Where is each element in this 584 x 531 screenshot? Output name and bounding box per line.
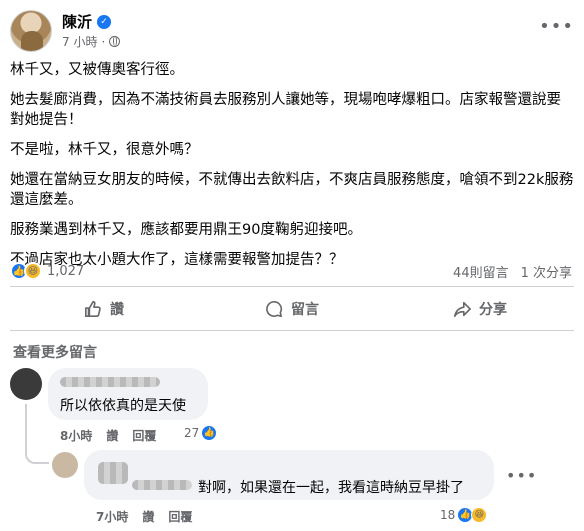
post-paragraph: 林千又，又被傳奧客行徑。 [10,62,184,78]
reply-time[interactable]: 7小時 [96,508,128,525]
comment-text: 所以依依真的是天使 [60,398,186,414]
post-header: 陳沂 ✓ 7 小時 · ••• [10,8,574,54]
author-avatar[interactable] [10,10,52,52]
share-button-label: 分享 [479,302,507,318]
reply-like-link[interactable]: 讚 [142,508,154,525]
like-button[interactable]: 讚 [10,290,198,328]
meta-separator: · [101,34,106,49]
thumbs-up-icon [84,300,101,318]
comment-bubble-icon [266,300,283,318]
comment-count[interactable]: 44則留言 [453,262,509,281]
reply-thread-line [25,404,49,464]
post-action-bar: 讚 留言 分享 [10,290,574,328]
divider [10,286,574,287]
reactions-summary[interactable]: 👍 😆 1,027 [10,262,84,280]
post-stats: 👍 😆 1,027 44則留言 1 次分享 [10,262,574,282]
post-time[interactable]: 7 小時 [62,33,97,50]
comment-like-link[interactable]: 讚 [106,427,118,444]
share-button[interactable]: 分享 [386,290,574,328]
commenter-avatar[interactable] [10,368,42,400]
like-button-label: 讚 [110,302,124,318]
verified-badge-icon: ✓ [97,14,112,29]
comment-reply-link[interactable]: 回覆 [132,427,156,444]
reply-commenter-name-blurred[interactable] [98,462,128,484]
divider [10,330,574,331]
comment-button-label: 留言 [291,302,319,318]
like-reaction-icon: 👍 [201,425,218,441]
reply-reactions[interactable]: 18 👍 😆 [440,507,488,523]
post-paragraph: 服務業遇到林千又，應該都要用鼎王90度鞠躬迎接吧。 [10,222,362,238]
post-body: 林千又，又被傳奧客行徑。 她去髮廊消費，因為不滿技術員去服務別人讓她等，現場咆哮… [10,60,574,280]
reply-text: 對啊，如果還在一起，我看這時納豆早掛了 [198,480,464,496]
comment-button[interactable]: 留言 [198,290,386,328]
post-paragraph: 她去髮廊消費，因為不滿技術員去服務別人讓她等，現場咆哮爆粗口。店家報警還說要對她… [10,92,561,128]
comment-bubble: 所以依依真的是天使 [48,368,208,420]
share-arrow-icon [453,301,471,318]
post-meta: 7 小時 · [62,33,121,50]
post-paragraph: 不是啦，林千又，很意外嗎？ [10,142,199,158]
more-options-icon[interactable]: ••• [539,16,574,37]
haha-reaction-icon: 😆 [471,507,488,523]
author-name-row[interactable]: 陳沂 ✓ [62,11,112,32]
reply-commenter-avatar[interactable] [52,452,78,478]
reaction-count: 1,027 [47,263,85,279]
view-more-comments-link[interactable]: 查看更多留言 [13,342,97,362]
share-count[interactable]: 1 次分享 [521,262,572,281]
post-paragraph: 她還在當納豆女朋友的時候，不就傳出去飲料店，不爽店員服務態度，嗆領不到22k服務… [10,172,574,208]
commenter-name-blurred[interactable] [60,377,160,387]
comment-reactions[interactable]: 27 👍 [184,425,218,441]
reply-commenter-name-blurred [132,480,192,490]
globe-icon [109,36,121,47]
comment-time[interactable]: 8小時 [60,427,92,444]
reply-more-options-icon[interactable]: ••• [506,466,537,485]
reply-reaction-count: 18 [440,508,456,522]
comment-reaction-count: 27 [184,426,200,440]
reply-bubble: 對啊，如果還在一起，我看這時納豆早掛了 [84,450,494,500]
haha-reaction-icon: 😆 [24,262,42,280]
author-name[interactable]: 陳沂 [62,11,92,32]
reply-reply-link[interactable]: 回覆 [168,508,192,525]
comment-meta: 8小時 讚 回覆 [60,427,156,444]
reply-meta: 7小時 讚 回覆 [96,508,192,525]
